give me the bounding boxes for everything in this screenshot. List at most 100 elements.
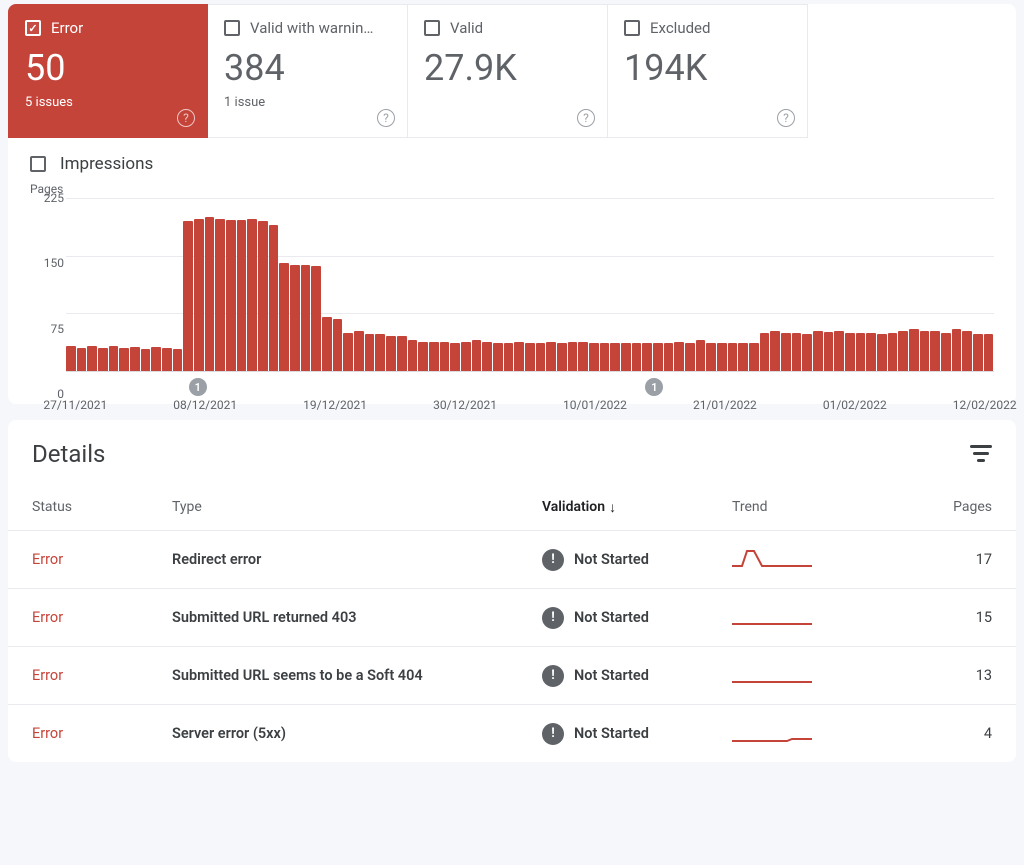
chart-bar[interactable]	[429, 342, 439, 371]
chart-bar[interactable]	[984, 334, 994, 371]
chart-bar[interactable]	[514, 342, 524, 371]
tab-error[interactable]: Error 50 5 issues ?	[8, 4, 208, 138]
chart-bar[interactable]	[290, 265, 300, 371]
chart-bar[interactable]	[440, 342, 450, 371]
chart-bar[interactable]	[536, 343, 546, 371]
chart-bar[interactable]	[354, 331, 364, 371]
chart-bar[interactable]	[77, 348, 87, 371]
col-trend[interactable]: Trend	[732, 499, 902, 515]
chart-bar[interactable]	[728, 343, 738, 371]
chart-bar[interactable]	[333, 319, 343, 371]
chart-bar[interactable]	[504, 343, 514, 371]
chart-bar[interactable]	[856, 333, 866, 371]
chart-bar[interactable]	[461, 342, 471, 371]
chart-bar[interactable]	[365, 334, 375, 371]
chart-bar[interactable]	[760, 333, 770, 371]
chart-bar[interactable]	[845, 333, 855, 371]
chart-bar[interactable]	[898, 331, 908, 371]
chart-bar[interactable]	[781, 333, 791, 371]
chart-bar[interactable]	[621, 343, 631, 371]
chart-bar[interactable]	[247, 219, 257, 371]
chart-bar[interactable]	[173, 349, 183, 371]
chart-bar[interactable]	[674, 342, 684, 371]
chart-bar[interactable]	[109, 346, 119, 371]
chart-bar[interactable]	[813, 331, 823, 371]
tab-excluded[interactable]: Excluded 194K ?	[608, 4, 808, 138]
col-status[interactable]: Status	[32, 499, 172, 515]
chart-bar[interactable]	[834, 331, 844, 371]
col-type[interactable]: Type	[172, 499, 542, 515]
chart-bar[interactable]	[418, 342, 428, 371]
chart-bar[interactable]	[973, 334, 983, 371]
chart-bar[interactable]	[301, 265, 311, 371]
tab-valid-with-warnin-[interactable]: Valid with warnin… 384 1 issue ?	[208, 4, 408, 138]
chart-bar[interactable]	[941, 333, 951, 371]
table-row[interactable]: Error Redirect error ! Not Started 17	[8, 530, 1016, 588]
chart-bar[interactable]	[653, 343, 663, 371]
chart-bar[interactable]	[717, 343, 727, 371]
col-validation[interactable]: Validation ↓	[542, 499, 732, 516]
chart-bar[interactable]	[930, 331, 940, 371]
chart-bar[interactable]	[141, 349, 151, 371]
chart-bar[interactable]	[920, 331, 930, 371]
chart-bar[interactable]	[877, 334, 887, 371]
chart-bar[interactable]	[482, 342, 492, 371]
chart-bar[interactable]	[215, 219, 225, 371]
chart-bar[interactable]	[952, 329, 962, 371]
chart-bar[interactable]	[279, 263, 289, 371]
chart-bar[interactable]	[322, 317, 332, 371]
help-icon[interactable]: ?	[577, 109, 595, 127]
chart-bar[interactable]	[258, 221, 268, 371]
chart-bar[interactable]	[162, 348, 172, 371]
chart-bar[interactable]	[386, 336, 396, 371]
chart-bar[interactable]	[546, 342, 556, 371]
chart-bar[interactable]	[493, 343, 503, 371]
chart-bar[interactable]	[237, 220, 247, 371]
table-row[interactable]: Error Server error (5xx) ! Not Started 4	[8, 704, 1016, 762]
tab-checkbox[interactable]	[424, 20, 440, 36]
tab-checkbox[interactable]	[624, 20, 640, 36]
chart-bar[interactable]	[525, 343, 535, 371]
table-row[interactable]: Error Submitted URL seems to be a Soft 4…	[8, 646, 1016, 704]
chart-bar[interactable]	[706, 343, 716, 371]
chart-bar[interactable]	[909, 329, 919, 371]
help-icon[interactable]: ?	[377, 109, 395, 127]
help-icon[interactable]: ?	[177, 109, 195, 127]
chart-bar[interactable]	[568, 342, 578, 371]
chart-bar[interactable]	[66, 346, 76, 371]
chart-bar[interactable]	[962, 331, 972, 371]
chart-bar[interactable]	[226, 220, 236, 371]
chart-bar[interactable]	[770, 331, 780, 371]
chart-bar[interactable]	[269, 225, 279, 371]
tab-valid[interactable]: Valid 27.9K ?	[408, 4, 608, 138]
chart-bar[interactable]	[557, 343, 567, 371]
help-icon[interactable]: ?	[777, 109, 795, 127]
chart-bar[interactable]	[205, 217, 215, 371]
col-pages[interactable]: Pages	[902, 499, 992, 515]
chart-marker[interactable]: 1	[645, 378, 663, 396]
chart-bar[interactable]	[632, 343, 642, 371]
tab-checkbox[interactable]	[224, 20, 240, 36]
chart-bar[interactable]	[119, 348, 129, 371]
chart-bar[interactable]	[738, 343, 748, 371]
impressions-checkbox[interactable]	[30, 156, 46, 172]
chart-bar[interactable]	[450, 343, 460, 371]
chart-bar[interactable]	[685, 343, 695, 371]
chart-bar[interactable]	[98, 348, 108, 371]
chart-bar[interactable]	[472, 340, 482, 371]
chart-bar[interactable]	[802, 334, 812, 371]
table-row[interactable]: Error Submitted URL returned 403 ! Not S…	[8, 588, 1016, 646]
chart-bar[interactable]	[642, 343, 652, 371]
chart-bar[interactable]	[375, 334, 385, 371]
chart-bar[interactable]	[749, 343, 759, 371]
chart-marker[interactable]: 1	[189, 378, 207, 396]
chart-bar[interactable]	[600, 343, 610, 371]
filter-icon[interactable]	[970, 445, 992, 463]
chart-bar[interactable]	[866, 333, 876, 371]
chart-bar[interactable]	[311, 266, 321, 371]
chart-bar[interactable]	[87, 346, 97, 371]
chart-bar[interactable]	[589, 343, 599, 371]
chart-bar[interactable]	[408, 340, 418, 371]
chart-bar[interactable]	[610, 343, 620, 371]
chart-bar[interactable]	[151, 347, 161, 371]
